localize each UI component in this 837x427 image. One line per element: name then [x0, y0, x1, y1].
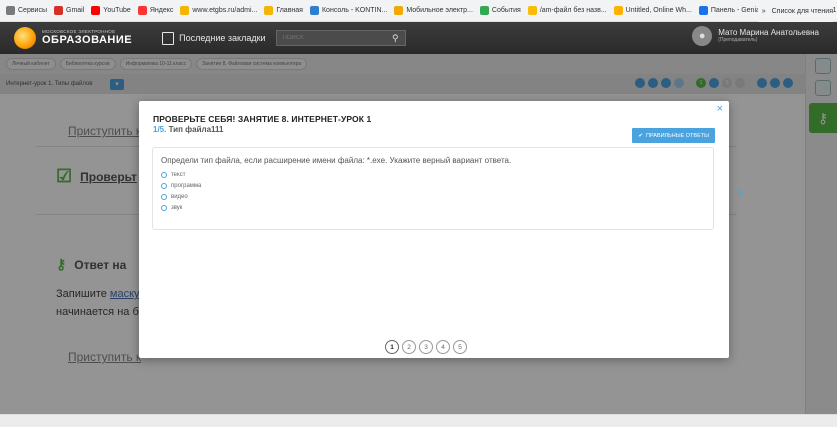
radio-button[interactable] — [161, 193, 167, 200]
correct-answers-button[interactable]: ✔ ПРАВИЛЬНЫЕ ОТВЕТЫ — [632, 128, 715, 143]
bookmark-favicon-icon — [527, 6, 537, 15]
answer-option[interactable]: текст — [161, 169, 705, 180]
bookmark-item[interactable]: Панель - Genially — [698, 6, 767, 15]
answer-option-label: звук — [171, 204, 183, 211]
question-header: 1/5. Тип файла111 — [153, 125, 224, 134]
logo-text: МОСКОВСКОЕ ЭЛЕКТРОННОЕ ОБРАЗОВАНИЕ — [42, 30, 132, 46]
answer-option[interactable]: видео — [161, 191, 705, 202]
search-icon[interactable]: ⚲ — [392, 33, 399, 44]
bookmark-label: Консоль - KONTIN... — [321, 7, 388, 14]
site-header: МОСКОВСКОЕ ЭЛЕКТРОННОЕ ОБРАЗОВАНИЕ После… — [0, 22, 837, 54]
bookmark-item[interactable]: Gmail — [54, 6, 84, 15]
bookmark-item[interactable]: www.etgbs.ru/admi... — [180, 6, 257, 15]
modal-title: ПРОВЕРЬТЕ СЕБЯ! ЗАНЯТИЕ 8. ИНТЕРНЕТ-УРОК… — [153, 114, 372, 124]
bookmark-favicon-icon — [309, 6, 319, 15]
answer-option-label: видео — [171, 193, 188, 200]
bookmark-item[interactable]: Untitled, Online Wh... — [613, 6, 692, 15]
bookmark-label: Untitled, Online Wh... — [625, 7, 692, 14]
search-input[interactable] — [282, 35, 383, 41]
bookmark-favicon-icon — [180, 6, 190, 15]
recent-bookmarks-label: Последние закладки — [179, 33, 266, 43]
page-button-5[interactable]: 5 — [453, 340, 467, 354]
bookmarks-more-button[interactable]: » — [762, 8, 766, 15]
user-avatar-icon: ● — [692, 26, 713, 46]
user-info: Мато Марина Анатольевна (Преподаватель) — [718, 28, 819, 43]
bookmark-label: События — [491, 7, 521, 14]
correct-answers-label: ПРАВИЛЬНЫЕ ОТВЕТЫ — [645, 132, 709, 139]
bookmark-favicon-icon — [698, 6, 708, 15]
question-pager: 1 2 3 4 5 — [385, 340, 467, 354]
reading-list-button[interactable]: Список для чтения — [772, 8, 833, 15]
bookmark-favicon-icon — [264, 6, 274, 15]
screen: Сервисы Gmail YouTube Яндекс www.etgbs.ru/ad… — [0, 0, 837, 427]
recent-bookmarks-button[interactable]: Последние закладки — [162, 31, 266, 45]
search-box: ⚲ — [275, 30, 406, 46]
next-question-arrow-icon[interactable]: › — [738, 183, 743, 199]
page-button-2[interactable]: 2 — [402, 340, 416, 354]
page-button-4[interactable]: 4 — [436, 340, 450, 354]
answer-option[interactable]: звук — [161, 202, 705, 213]
bookmark-label: /am-файл без назв... — [539, 7, 607, 14]
bookmark-label: Главная — [276, 7, 303, 14]
bookmark-label: Яндекс — [149, 7, 174, 14]
bookmark-item[interactable]: /am-файл без назв... — [527, 6, 607, 15]
bookmark-label: YouTube — [103, 7, 131, 14]
bookmark-favicon-icon — [394, 6, 404, 15]
bookmark-item[interactable]: События — [479, 6, 521, 15]
bookmark-item[interactable]: Мобильное электр... — [394, 6, 473, 15]
bookmark-item[interactable]: Сервисы — [6, 6, 47, 15]
bookmark-favicon-icon — [613, 6, 623, 15]
user-role: (Преподаватель) — [718, 36, 758, 43]
bookmark-item[interactable]: Главная — [264, 6, 303, 15]
answer-option-label: текст — [171, 171, 186, 178]
radio-button[interactable] — [161, 204, 167, 211]
bookmark-favicon-icon — [6, 6, 15, 15]
bookmark-favicon-icon — [54, 6, 64, 15]
site-logo[interactable]: МОСКОВСКОЕ ЭЛЕКТРОННОЕ ОБРАЗОВАНИЕ — [14, 27, 132, 49]
logo-big-text: ОБРАЗОВАНИЕ — [42, 33, 133, 46]
bookmark-label: Сервисы — [18, 7, 48, 14]
check-icon: ✔ — [638, 132, 643, 139]
horizontal-scrollbar[interactable] — [0, 414, 837, 427]
bookmark-label: www.etgbs.ru/admi... — [192, 7, 258, 14]
page-button-3[interactable]: 3 — [419, 340, 433, 354]
bookmark-favicon-icon — [137, 6, 147, 15]
question-counter: 1/5. — [153, 125, 167, 134]
bookmark-item[interactable]: YouTube — [91, 6, 131, 15]
close-icon[interactable]: × — [717, 103, 723, 115]
bookmark-favicon-icon — [91, 6, 101, 15]
bookmark-item[interactable]: Яндекс — [137, 6, 174, 15]
bookmark-label: Gmail — [66, 7, 85, 14]
self-check-modal: × ПРОВЕРЬТЕ СЕБЯ! ЗАНЯТИЕ 8. ИНТЕРНЕТ-УР… — [139, 101, 743, 358]
bookmark-icon — [162, 31, 175, 45]
bookmarks-bar-right: » Список для чтения — [757, 0, 833, 22]
logo-emblem-icon — [14, 27, 36, 49]
question-box: Определи тип файла, если расширение имен… — [152, 147, 714, 230]
bookmarks-bar: Сервисы Gmail YouTube Яндекс www.etgbs.ru/ad… — [0, 0, 837, 22]
answer-option[interactable]: программа — [161, 180, 705, 191]
answer-option-label: программа — [171, 182, 202, 189]
question-text: Определи тип файла, если расширение имен… — [161, 156, 512, 165]
user-profile[interactable]: ● Мато Марина Анатольевна (Преподаватель… — [692, 26, 819, 46]
question-topic: Тип файла111 — [168, 125, 224, 134]
bookmark-label: Мобильное электр... — [406, 7, 473, 14]
bookmark-favicon-icon — [479, 6, 489, 15]
page-button-1[interactable]: 1 — [385, 340, 399, 354]
radio-button[interactable] — [161, 182, 167, 189]
bookmark-item[interactable]: Консоль - KONTIN... — [309, 6, 388, 15]
radio-button[interactable] — [161, 171, 167, 178]
